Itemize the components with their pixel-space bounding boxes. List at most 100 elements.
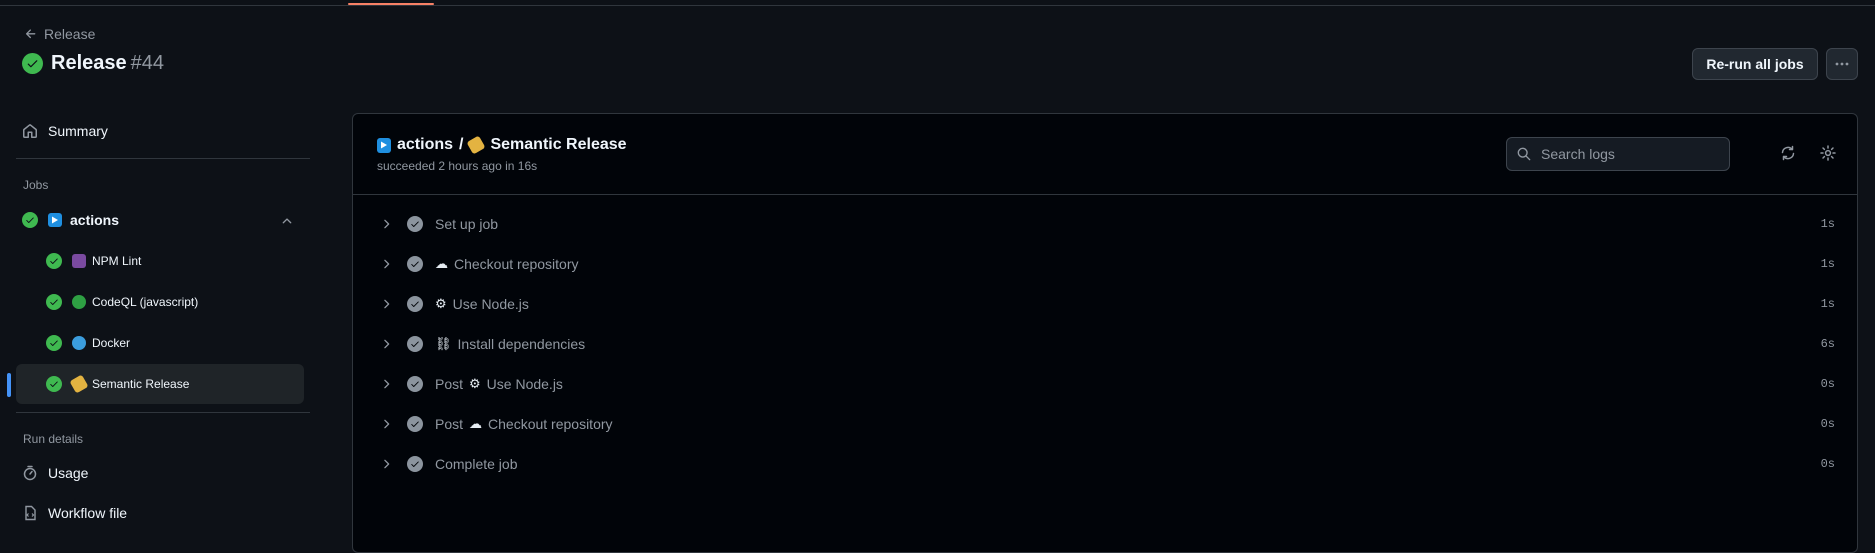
workflow-file-label: Workflow file xyxy=(48,505,128,521)
success-check-icon xyxy=(46,253,62,269)
run-title: Release xyxy=(51,52,127,74)
job-title-separator: / xyxy=(459,136,464,153)
step-prefix: Post xyxy=(435,416,464,432)
step-row[interactable]: Post ☁ Checkout repository 0s xyxy=(365,408,1847,440)
sidebar-job-docker[interactable]: Docker xyxy=(16,323,304,363)
sidebar-job-group-actions[interactable]: actions xyxy=(22,212,294,228)
refresh-button[interactable] xyxy=(1776,141,1800,165)
arrow-left-icon xyxy=(25,29,36,39)
step-name: Set up job xyxy=(435,216,498,232)
sidebar-workflow-file-link[interactable]: Workflow file xyxy=(22,505,127,521)
step-label: Install dependencies xyxy=(457,336,586,352)
step-label: Complete job xyxy=(435,456,518,472)
step-duration: 1s xyxy=(1820,297,1835,311)
sidebar-job-semantic-release[interactable]: Semantic Release xyxy=(16,364,304,404)
run-details-heading: Run details xyxy=(23,432,84,446)
success-check-icon xyxy=(22,212,38,228)
step-label: Use Node.js xyxy=(486,376,563,392)
sync-icon xyxy=(1781,145,1795,161)
sidebar-job-codeql[interactable]: CodeQL (javascript) xyxy=(16,282,304,322)
search-icon xyxy=(1517,147,1531,161)
job-log-panel: actions / Semantic Release succeeded 2 h… xyxy=(352,113,1858,553)
step-row[interactable]: Complete job 0s xyxy=(365,448,1847,480)
step-name: ☁ Checkout repository xyxy=(435,256,579,272)
chevron-right-icon[interactable] xyxy=(379,257,395,271)
home-icon xyxy=(23,124,37,138)
job-name: Semantic Release xyxy=(490,136,627,153)
search-logs-box[interactable] xyxy=(1506,137,1730,171)
more-options-button[interactable] xyxy=(1826,48,1858,80)
chain-emoji-icon: ⛓ xyxy=(435,336,452,351)
gear-emoji-icon: ⚙ xyxy=(469,376,481,391)
sidebar-divider xyxy=(16,158,310,159)
sidebar-job-npm-lint[interactable]: NPM Lint xyxy=(16,241,304,281)
success-check-icon xyxy=(46,376,62,392)
file-code-icon xyxy=(25,505,36,521)
step-duration: 1s xyxy=(1820,217,1835,231)
active-tab-underline xyxy=(348,3,434,5)
page-title-row: Release #44 xyxy=(22,52,164,75)
step-row[interactable]: ⚙ Use Node.js 1s xyxy=(365,288,1847,320)
label-emoji-icon xyxy=(69,374,89,394)
step-row[interactable]: ☁ Checkout repository 1s xyxy=(365,248,1847,280)
chevron-up-icon[interactable] xyxy=(280,214,294,228)
step-success-check-icon xyxy=(407,336,423,352)
sidebar-usage-link[interactable]: Usage xyxy=(22,465,88,481)
usage-label: Usage xyxy=(48,465,89,481)
step-duration: 0s xyxy=(1820,457,1835,471)
step-duration: 0s xyxy=(1820,417,1835,431)
step-row[interactable]: ⛓ Install dependencies 6s xyxy=(365,328,1847,360)
cloud-emoji-icon: ☁ xyxy=(435,256,448,271)
job-label: NPM Lint xyxy=(92,254,142,268)
chevron-right-icon[interactable] xyxy=(379,337,395,351)
step-success-check-icon xyxy=(407,216,423,232)
whale-emoji-icon xyxy=(72,336,86,350)
step-success-check-icon xyxy=(407,376,423,392)
step-success-check-icon xyxy=(407,416,423,432)
step-label: Checkout repository xyxy=(454,256,579,272)
step-row[interactable]: Post ⚙ Use Node.js 0s xyxy=(365,368,1847,400)
chevron-right-icon[interactable] xyxy=(379,417,395,431)
job-label: Semantic Release xyxy=(92,377,190,391)
step-label: Set up job xyxy=(435,216,499,232)
job-label: CodeQL (javascript) xyxy=(92,295,199,309)
page-title: Release #44 xyxy=(51,52,164,75)
play-emoji-icon xyxy=(48,213,62,227)
step-duration: 0s xyxy=(1820,377,1835,391)
step-row[interactable]: Set up job 1s xyxy=(365,208,1847,240)
step-success-check-icon xyxy=(407,296,423,312)
search-logs-input[interactable] xyxy=(1539,145,1723,163)
summary-label: Summary xyxy=(48,123,108,139)
chevron-right-icon[interactable] xyxy=(379,377,395,391)
step-name: Complete job xyxy=(435,456,518,472)
play-emoji-icon xyxy=(377,137,391,153)
sidebar-divider xyxy=(16,412,310,413)
step-name: ⚙ Use Node.js xyxy=(435,296,529,312)
job-log-header: actions / Semantic Release succeeded 2 h… xyxy=(353,114,1857,195)
rerun-all-jobs-button[interactable]: Re-run all jobs xyxy=(1692,48,1818,80)
chevron-right-icon[interactable] xyxy=(379,457,395,471)
gear-icon xyxy=(1820,145,1836,161)
chevron-right-icon[interactable] xyxy=(379,217,395,231)
run-number: #44 xyxy=(130,52,164,74)
back-to-workflow-link[interactable]: Release xyxy=(24,26,95,42)
job-status-text: succeeded 2 hours ago in 16s xyxy=(377,159,538,173)
kebab-horizontal-icon xyxy=(1835,62,1849,66)
success-check-icon xyxy=(46,335,62,351)
step-label: Checkout repository xyxy=(488,416,613,432)
jobs-heading: Jobs xyxy=(23,178,49,192)
job-title: actions / Semantic Release xyxy=(377,135,627,155)
top-nav-bar xyxy=(0,0,1875,6)
back-link-label: Release xyxy=(44,26,96,42)
step-success-check-icon xyxy=(407,456,423,472)
chevron-right-icon[interactable] xyxy=(379,297,395,311)
settings-button[interactable] xyxy=(1816,141,1840,165)
label-emoji-icon xyxy=(466,135,487,155)
step-success-check-icon xyxy=(407,256,423,272)
bug-emoji-icon xyxy=(72,295,86,309)
success-check-icon xyxy=(22,53,43,74)
step-prefix: Post xyxy=(435,376,464,392)
job-group-name: actions xyxy=(397,136,454,153)
success-check-icon xyxy=(46,294,62,310)
sidebar-summary-link[interactable]: Summary xyxy=(22,123,108,139)
